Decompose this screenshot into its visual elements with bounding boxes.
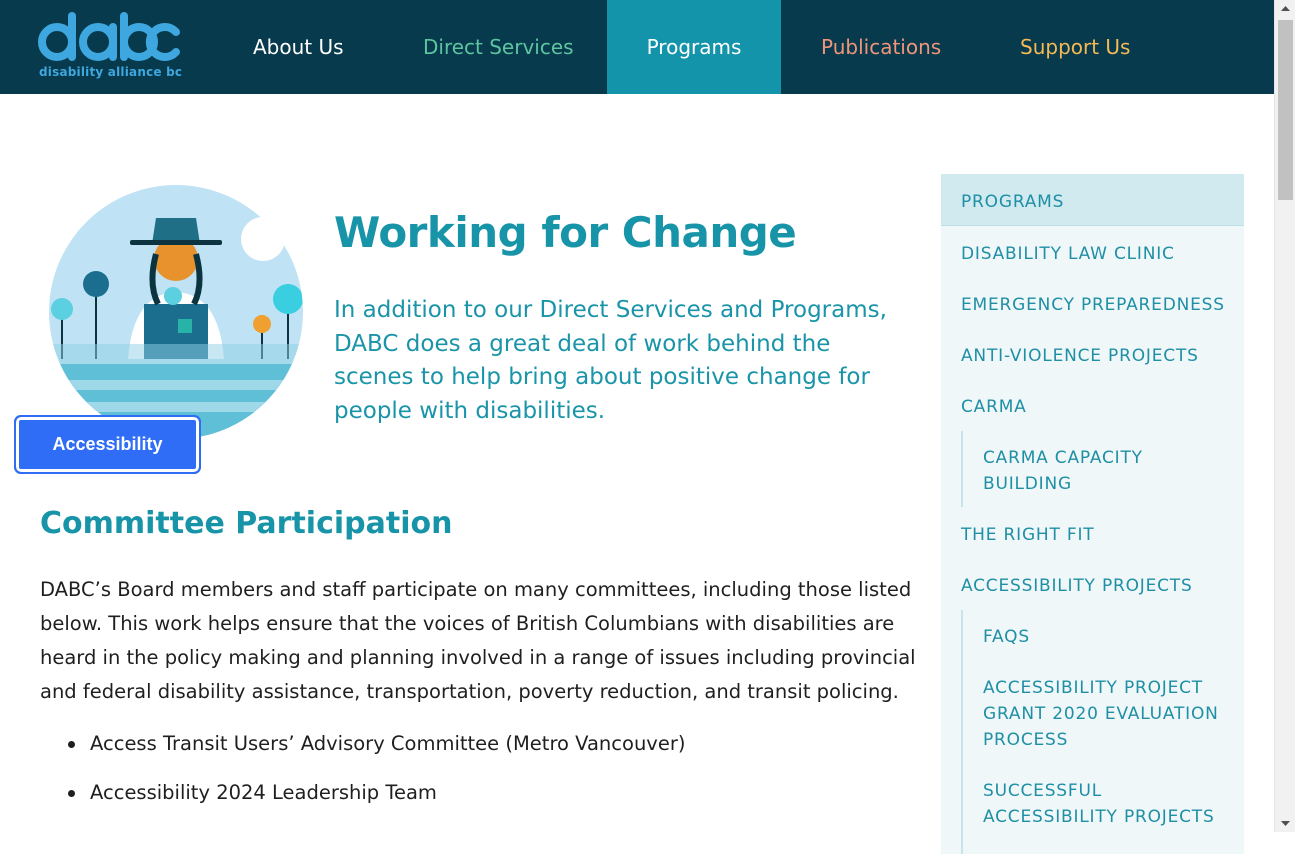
sidebar-sub-divider — [961, 610, 963, 854]
accessibility-button[interactable]: Accessibility — [14, 415, 201, 474]
hero-illustration — [49, 185, 303, 439]
sidebar-item-carma[interactable]: CARMA — [961, 394, 1027, 420]
sidebar-item-anti-violence-projects[interactable]: ANTI-VIOLENCE PROJECTS — [961, 343, 1199, 369]
vertical-scrollbar[interactable] — [1274, 0, 1295, 832]
sidebar-item-emergency-preparedness[interactable]: EMERGENCY PREPAREDNESS — [961, 292, 1225, 318]
sidebar-sub-divider — [961, 431, 963, 507]
scroll-down-arrow-icon[interactable] — [1275, 814, 1295, 832]
sidebar-item-disability-law-clinic[interactable]: DISABILITY LAW CLINIC — [961, 241, 1175, 267]
intro-paragraph: In addition to our Direct Services and P… — [334, 297, 887, 424]
sidebar-item-grant-2020-evaluation[interactable]: ACCESSIBILITY PROJECT GRANT 2020 EVALUAT… — [983, 675, 1233, 753]
nav-programs[interactable]: Programs — [607, 0, 781, 94]
list-item: Access Transit Users’ Advisory Committee… — [40, 728, 685, 777]
nav-about-us[interactable]: About Us — [253, 0, 344, 94]
site-header: disability alliance bc About Us Direct S… — [0, 0, 1274, 94]
nav-support-us[interactable]: Support Us — [1020, 0, 1130, 94]
list-item: Accessibility 2024 Leadership Team — [40, 777, 685, 826]
programs-sidebar: PROGRAMS DISABILITY LAW CLINIC EMERGENCY… — [941, 174, 1244, 854]
section-title: Committee Participation — [40, 506, 453, 541]
page-title: Working for Change — [334, 208, 797, 257]
dabc-logo[interactable]: disability alliance bc — [36, 12, 183, 82]
sidebar-item-carma-capacity-building[interactable]: CARMA CAPACITY BUILDING — [983, 445, 1233, 497]
logo-subtitle: disability alliance bc — [39, 65, 183, 79]
sidebar-item-accessibility-projects[interactable]: ACCESSIBILITY PROJECTS — [961, 573, 1193, 599]
scroll-up-arrow-icon[interactable] — [1275, 0, 1295, 18]
scroll-thumb[interactable] — [1278, 20, 1293, 200]
section-body: DABC’s Board members and staff participa… — [40, 578, 916, 703]
nav-publications[interactable]: Publications — [821, 0, 941, 94]
sidebar-item-successful-projects[interactable]: SUCCESSFUL ACCESSIBILITY PROJECTS — [983, 778, 1233, 830]
sidebar-item-faqs[interactable]: FAQS — [983, 624, 1233, 650]
logo-wordmark-icon — [38, 12, 180, 61]
sidebar-item-programs[interactable]: PROGRAMS — [961, 189, 1064, 215]
sidebar-item-the-right-fit[interactable]: THE RIGHT FIT — [961, 522, 1094, 548]
committee-list: Access Transit Users’ Advisory Committee… — [40, 728, 685, 825]
nav-direct-services[interactable]: Direct Services — [423, 0, 574, 94]
